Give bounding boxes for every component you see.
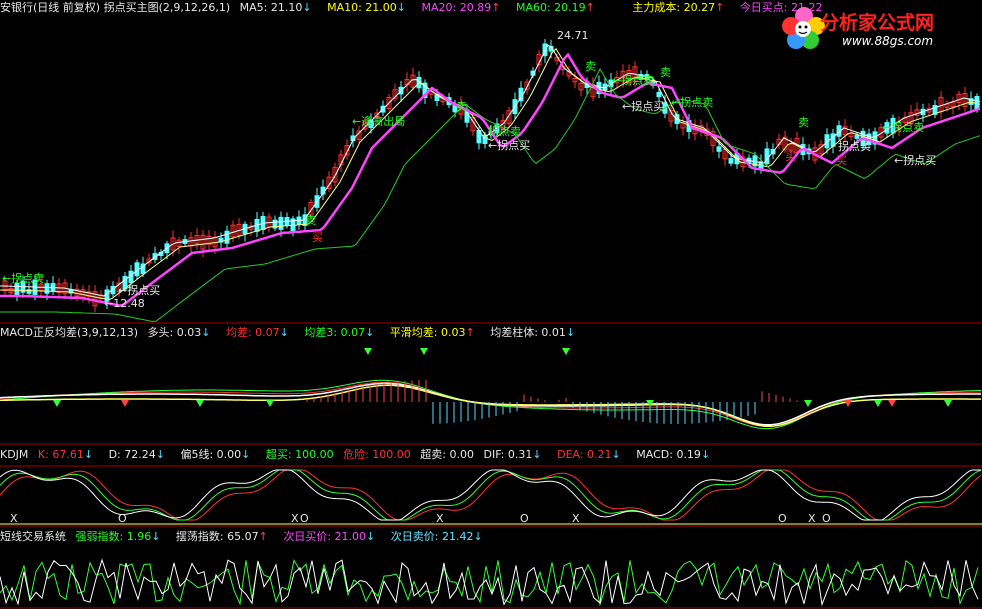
down-arrow-icon: ↓ xyxy=(532,448,542,461)
down-arrow-icon: ↓ xyxy=(201,326,211,339)
kdj-d-line xyxy=(0,469,982,521)
strength-line xyxy=(0,559,979,607)
kdj-marker: O xyxy=(822,512,831,525)
signal-arrow-icon xyxy=(420,348,428,355)
kdj-marker: X xyxy=(10,512,18,525)
buy-signal-label: ←拐点买 xyxy=(894,154,937,167)
signal-arrow-icon xyxy=(944,400,952,407)
trade-system-title: 短线交易系统 xyxy=(0,530,66,543)
high-price-label: 24.71 xyxy=(557,29,589,42)
down-arrow-icon: ↓ xyxy=(565,326,576,339)
candle-body xyxy=(656,91,662,98)
k-readout: K: 67.61↓ xyxy=(37,448,94,461)
down-arrow-icon: ↓ xyxy=(241,448,251,461)
candle-body xyxy=(716,146,722,152)
buy-tag: 买 xyxy=(312,231,323,244)
signal-arrow-icon xyxy=(888,400,896,407)
p5-readout: 偏5线: 0.00↓ xyxy=(180,448,251,461)
down-arrow-icon: ↓ xyxy=(611,448,621,461)
exit-signal-label: ←逢高出局 xyxy=(352,115,406,128)
strength-readout: 强弱指数: 1.96↓ xyxy=(75,530,161,543)
sell-tag: 卖 xyxy=(456,100,467,113)
macd-title: MACD正反均差(3,9,12,13) xyxy=(0,326,139,339)
kdj-title: KDJM xyxy=(0,448,29,461)
dif-readout: DIF: 0.31↓ xyxy=(483,448,542,461)
ma5-line xyxy=(0,44,981,297)
down-arrow-icon: ↓ xyxy=(151,530,161,543)
up-arrow-icon: ↑ xyxy=(258,530,268,543)
kdj-marker: X xyxy=(291,512,299,525)
sell-tag: 卖 xyxy=(585,60,596,73)
down-arrow-icon: ↓ xyxy=(700,448,711,461)
buy-signal-label: ←拐点买 xyxy=(118,284,161,297)
candle-body xyxy=(44,283,50,294)
sell-signal-label: ←拐点卖 xyxy=(671,96,714,109)
signal-arrow-icon xyxy=(53,400,61,407)
kdj-j-line xyxy=(0,469,981,521)
ma20-line xyxy=(0,52,981,307)
multi-readout: 多头: 0.03↓ xyxy=(147,326,211,339)
buy-tag: 买 xyxy=(785,150,796,163)
sell-tag: 卖 xyxy=(305,214,316,227)
buy-signal-label: ←拐点买 xyxy=(622,100,665,113)
sell-signal-label: ←拐点卖 xyxy=(882,121,925,134)
signal-arrow-icon xyxy=(121,400,129,407)
trade-system-header: 短线交易系统 强弱指数: 1.96↓ 摆荡指数: 65.07↑ 次日买价: 21… xyxy=(0,529,495,544)
down-arrow-icon: ↓ xyxy=(366,530,376,543)
macd-readout: MACD: 0.19↓ xyxy=(636,448,711,461)
down-arrow-icon: ↓ xyxy=(279,326,289,339)
down-arrow-icon: ↓ xyxy=(155,448,165,461)
kdj-marker: O xyxy=(118,512,127,525)
sell-tag: 卖 xyxy=(660,66,671,79)
candle-body xyxy=(224,230,230,244)
sell-signal-label: ←拐点卖 xyxy=(612,74,655,87)
kdj-k-line xyxy=(0,469,982,521)
kdj-marker: X xyxy=(808,512,816,525)
low-price-label: ←12.48 xyxy=(104,297,145,310)
d-readout: D: 72.24↓ xyxy=(108,448,165,461)
kdj-indicator-header: KDJM K: 67.61↓ D: 72.24↓ 偏5线: 0.00↓ 超买: … xyxy=(0,447,722,462)
signal-arrow-icon xyxy=(874,400,882,407)
macd-indicator-header: MACD正反均差(3,9,12,13) 多头: 0.03↓ 均差: 0.07↓ … xyxy=(0,325,587,340)
swing-readout: 摆荡指数: 65.07↑ xyxy=(175,530,268,543)
kdj-marker: X xyxy=(572,512,580,525)
kdj-marker: O xyxy=(778,512,787,525)
danger-readout: 危险: 100.00 xyxy=(343,448,411,461)
buy-signal-label: ←拐点买 xyxy=(488,139,531,152)
diff-column-readout: 均差柱体: 0.01↓ xyxy=(490,326,576,339)
sell-signal-label: 拐点卖 xyxy=(488,125,521,138)
sell-tag: 卖 xyxy=(798,116,809,129)
buy-tag: 买 xyxy=(836,154,847,167)
next-buy-price-readout: 次日买价: 21.00↓ xyxy=(283,530,376,543)
smooth-diff-readout: 平滑均差: 0.03↑ xyxy=(389,326,475,339)
candle-body xyxy=(974,95,980,110)
down-arrow-icon: ↓ xyxy=(473,530,483,543)
kdj-marker: X xyxy=(436,512,444,525)
kdj-marker: O xyxy=(520,512,529,525)
down-arrow-icon: ↓ xyxy=(365,326,375,339)
signal-arrow-icon xyxy=(364,348,372,355)
candle-body xyxy=(728,158,734,164)
signal-arrow-icon xyxy=(804,400,812,407)
up-arrow-icon: ↑ xyxy=(465,326,475,339)
chart-canvas[interactable] xyxy=(0,0,982,609)
oversold-readout: 超卖: 0.00 xyxy=(420,448,474,461)
candle-body xyxy=(278,216,284,230)
avg-diff3-readout: 均差3: 0.07↓ xyxy=(304,326,375,339)
sell-signal-label: ←拐点卖 xyxy=(2,272,45,285)
overbought-readout: 超买: 100.00 xyxy=(265,448,334,461)
signal-arrow-icon xyxy=(844,400,852,407)
signal-arrow-icon xyxy=(196,400,204,407)
next-sell-price-readout: 次日卖价: 21.42↓ xyxy=(390,530,483,543)
avg-diff-readout: 均差: 0.07↓ xyxy=(225,326,289,339)
signal-arrow-icon xyxy=(266,400,274,407)
down-arrow-icon: ↓ xyxy=(83,448,94,461)
signal-arrow-icon xyxy=(562,348,570,355)
kdj-marker: O xyxy=(300,512,309,525)
dea-readout: DEA: 0.21↓ xyxy=(557,448,621,461)
